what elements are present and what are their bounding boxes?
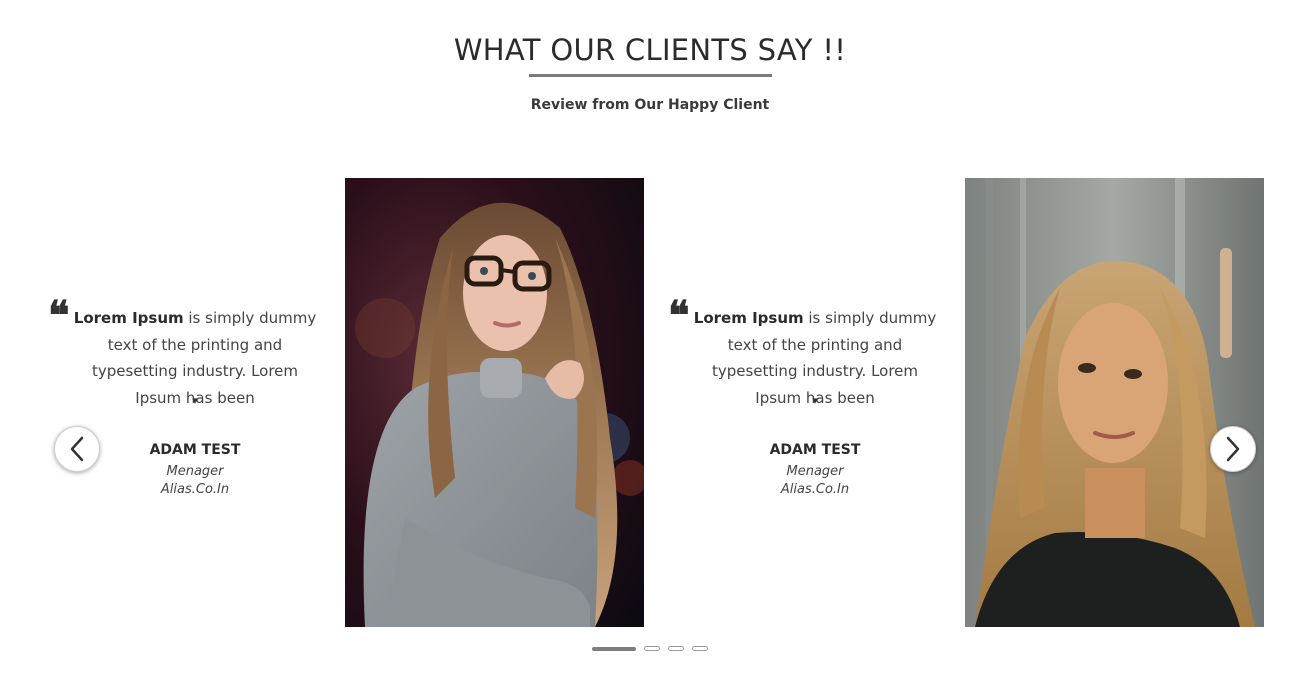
slider-pagination xyxy=(0,646,1300,651)
quote-icon: ❝ xyxy=(48,292,70,339)
pagination-dot[interactable] xyxy=(668,646,684,651)
chevron-right-icon xyxy=(1226,436,1240,462)
section-title: WHAT OUR CLIENTS SAY !! xyxy=(453,33,847,67)
section-header: WHAT OUR CLIENTS SAY !! Review from Our … xyxy=(0,30,1300,113)
client-company: Alias.Co.In xyxy=(780,482,850,497)
client-role: Menager xyxy=(786,464,844,479)
testimonial-text-bold: Lorem Ipsum xyxy=(693,309,804,327)
prev-button[interactable] xyxy=(54,426,100,472)
title-underline xyxy=(528,74,772,77)
section-subtitle: Review from Our Happy Client xyxy=(530,97,770,113)
testimonial-text-bold: Lorem Ipsum xyxy=(73,309,184,327)
next-button[interactable] xyxy=(1210,426,1256,472)
pagination-dot[interactable] xyxy=(692,646,708,651)
chevron-left-icon xyxy=(70,436,84,462)
quote-icon: ❝ xyxy=(668,292,690,339)
client-photo xyxy=(345,178,644,627)
client-photo xyxy=(965,178,1264,627)
testimonial-content: ❝ Lorem Ipsum is simply dummy text of th… xyxy=(656,178,965,627)
caret-down-icon[interactable]: ▾ xyxy=(656,394,974,407)
testimonial-content: ❝ Lorem Ipsum is simply dummy text of th… xyxy=(36,178,345,627)
pagination-dot[interactable] xyxy=(644,646,660,651)
client-company: Alias.Co.In xyxy=(160,482,230,497)
client-name: ADAM TEST xyxy=(769,442,861,458)
pagination-dot[interactable] xyxy=(592,647,636,651)
testimonial-slide: ❝ Lorem Ipsum is simply dummy text of th… xyxy=(656,178,1264,627)
testimonial-slider[interactable]: ❝ Lorem Ipsum is simply dummy text of th… xyxy=(36,178,1264,627)
testimonial-slide: ❝ Lorem Ipsum is simply dummy text of th… xyxy=(36,178,644,627)
caret-down-icon[interactable]: ▾ xyxy=(36,394,354,407)
